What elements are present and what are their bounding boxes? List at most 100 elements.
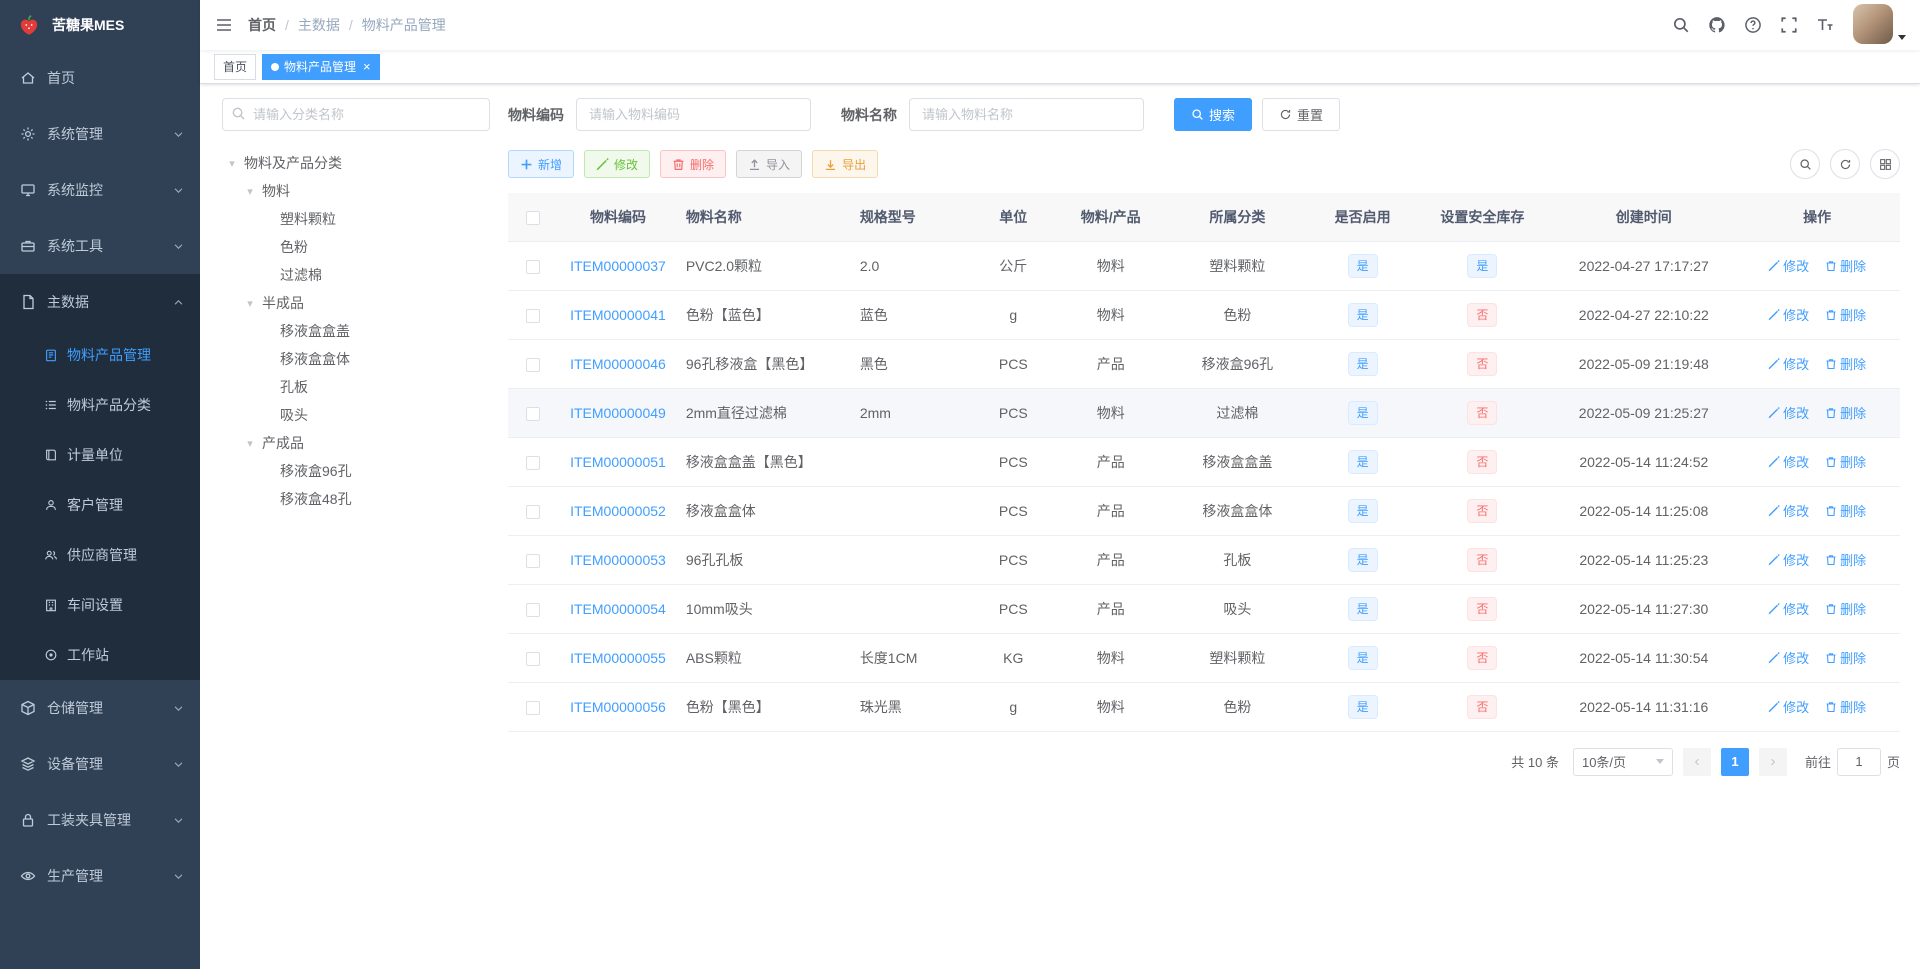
next-page-button[interactable]: › [1758,747,1787,776]
delete-link[interactable]: 删除 [1825,403,1866,422]
tree-node-leaf[interactable]: 移液盒盒体 [222,345,490,373]
tree-node-leaf[interactable]: 孔板 [222,373,490,401]
sidebar-item-workstation[interactable]: 工作站 [0,630,200,680]
tree-node-group[interactable]: ▾ 物料 [222,177,490,205]
delete-button[interactable]: 删除 [660,150,727,178]
delete-link[interactable]: 删除 [1825,550,1866,569]
edit-link[interactable]: 修改 [1768,550,1809,569]
delete-link[interactable]: 删除 [1825,354,1866,373]
column-settings-button[interactable] [1870,149,1900,179]
select-all-checkbox[interactable] [526,210,541,225]
sidebar-item-production-manage[interactable]: 生产管理 [0,848,200,904]
header-search-button[interactable] [1663,0,1699,50]
material-code-link[interactable]: ITEM00000056 [570,699,666,715]
tree-node-leaf[interactable]: 色粉 [222,233,490,261]
breadcrumb-home[interactable]: 首页 [248,15,276,35]
page-number-button[interactable]: 1 [1720,747,1749,776]
tree-node-leaf[interactable]: 移液盒48孔 [222,485,490,513]
material-code-link[interactable]: ITEM00000041 [570,307,666,323]
row-checkbox[interactable] [526,553,541,568]
toggle-search-button[interactable] [1790,149,1820,179]
sidebar-item-fixture-manage[interactable]: 工装夹具管理 [0,792,200,848]
sidebar-item-measure-unit[interactable]: 计量单位 [0,430,200,480]
row-checkbox[interactable] [526,308,541,323]
material-code-link[interactable]: ITEM00000046 [570,356,666,372]
row-checkbox[interactable] [526,455,541,470]
sidebar-item-system-manage[interactable]: 系统管理 [0,106,200,162]
goto-page-input[interactable] [1836,747,1881,776]
sidebar-item-supplier-manage[interactable]: 供应商管理 [0,530,200,580]
tree-node-leaf[interactable]: 吸头 [222,401,490,429]
delete-link[interactable]: 删除 [1825,648,1866,667]
material-code-link[interactable]: ITEM00000049 [570,405,666,421]
delete-link[interactable]: 删除 [1825,599,1866,618]
font-size-button[interactable] [1807,0,1843,50]
delete-link[interactable]: 删除 [1825,697,1866,716]
edit-link[interactable]: 修改 [1768,403,1809,422]
app-logo[interactable]: 苦糖果MES [0,0,200,50]
tag-home[interactable]: 首页 [214,53,257,80]
tree-node-root[interactable]: ▾ 物料及产品分类 [222,149,490,177]
material-code-link[interactable]: ITEM00000052 [570,503,666,519]
help-button[interactable] [1735,0,1771,50]
export-button[interactable]: 导出 [812,150,879,178]
edit-link[interactable]: 修改 [1768,697,1809,716]
edit-link[interactable]: 修改 [1768,452,1809,471]
row-checkbox[interactable] [526,357,541,372]
sidebar-item-customer-manage[interactable]: 客户管理 [0,480,200,530]
tree-node-leaf[interactable]: 移液盒盒盖 [222,317,490,345]
sidebar-toggle-button[interactable] [200,0,248,50]
tree-node-leaf[interactable]: 移液盒96孔 [222,457,490,485]
category-search-input[interactable] [222,98,490,131]
material-code-link[interactable]: ITEM00000054 [570,601,666,617]
delete-link[interactable]: 删除 [1825,501,1866,520]
sidebar-item-warehouse-manage[interactable]: 仓储管理 [0,680,200,736]
sidebar-item-workshop-setting[interactable]: 车间设置 [0,580,200,630]
row-checkbox[interactable] [526,406,541,421]
edit-link[interactable]: 修改 [1768,501,1809,520]
material-code-link[interactable]: ITEM00000037 [570,258,666,274]
edit-link[interactable]: 修改 [1768,256,1809,275]
material-name-input[interactable] [909,98,1144,131]
sidebar-item-master-data[interactable]: 主数据 [0,274,200,330]
sidebar-item-home[interactable]: 首页 [0,50,200,106]
edit-link[interactable]: 修改 [1768,648,1809,667]
add-button[interactable]: 新增 [508,150,575,178]
row-checkbox[interactable] [526,259,541,274]
row-checkbox[interactable] [526,504,541,519]
fullscreen-button[interactable] [1771,0,1807,50]
close-icon[interactable]: × [361,60,371,73]
delete-link[interactable]: 删除 [1825,256,1866,275]
sidebar-item-equipment-manage[interactable]: 设备管理 [0,736,200,792]
search-button[interactable]: 搜索 [1174,98,1253,131]
breadcrumb-master-data[interactable]: 主数据 [298,15,340,35]
sidebar-item-material-manage[interactable]: 物料产品管理 [0,330,200,380]
delete-link[interactable]: 删除 [1825,452,1866,471]
edit-link[interactable]: 修改 [1768,305,1809,324]
github-link-button[interactable] [1699,0,1735,50]
edit-button[interactable]: 修改 [584,150,651,178]
tree-node-group[interactable]: ▾ 半成品 [222,289,490,317]
prev-page-button[interactable]: ‹ [1682,747,1711,776]
sidebar-item-system-monitor[interactable]: 系统监控 [0,162,200,218]
page-size-select[interactable]: 10条/页 [1572,747,1673,776]
refresh-table-button[interactable] [1830,149,1860,179]
delete-link[interactable]: 删除 [1825,305,1866,324]
tree-node-leaf[interactable]: 过滤棉 [222,261,490,289]
row-checkbox[interactable] [526,602,541,617]
material-code-input[interactable] [576,98,811,131]
edit-link[interactable]: 修改 [1768,354,1809,373]
material-code-link[interactable]: ITEM00000053 [570,552,666,568]
user-menu[interactable] [1853,4,1906,46]
import-button[interactable]: 导入 [736,150,803,178]
material-code-link[interactable]: ITEM00000051 [570,454,666,470]
sidebar-item-material-category[interactable]: 物料产品分类 [0,380,200,430]
edit-link[interactable]: 修改 [1768,599,1809,618]
row-checkbox[interactable] [526,700,541,715]
tree-node-leaf[interactable]: 塑料颗粒 [222,205,490,233]
tree-node-group[interactable]: ▾ 产成品 [222,429,490,457]
tag-material-manage[interactable]: 物料产品管理 × [262,53,380,80]
reset-button[interactable]: 重置 [1262,98,1341,131]
material-code-link[interactable]: ITEM00000055 [570,650,666,666]
row-checkbox[interactable] [526,651,541,666]
